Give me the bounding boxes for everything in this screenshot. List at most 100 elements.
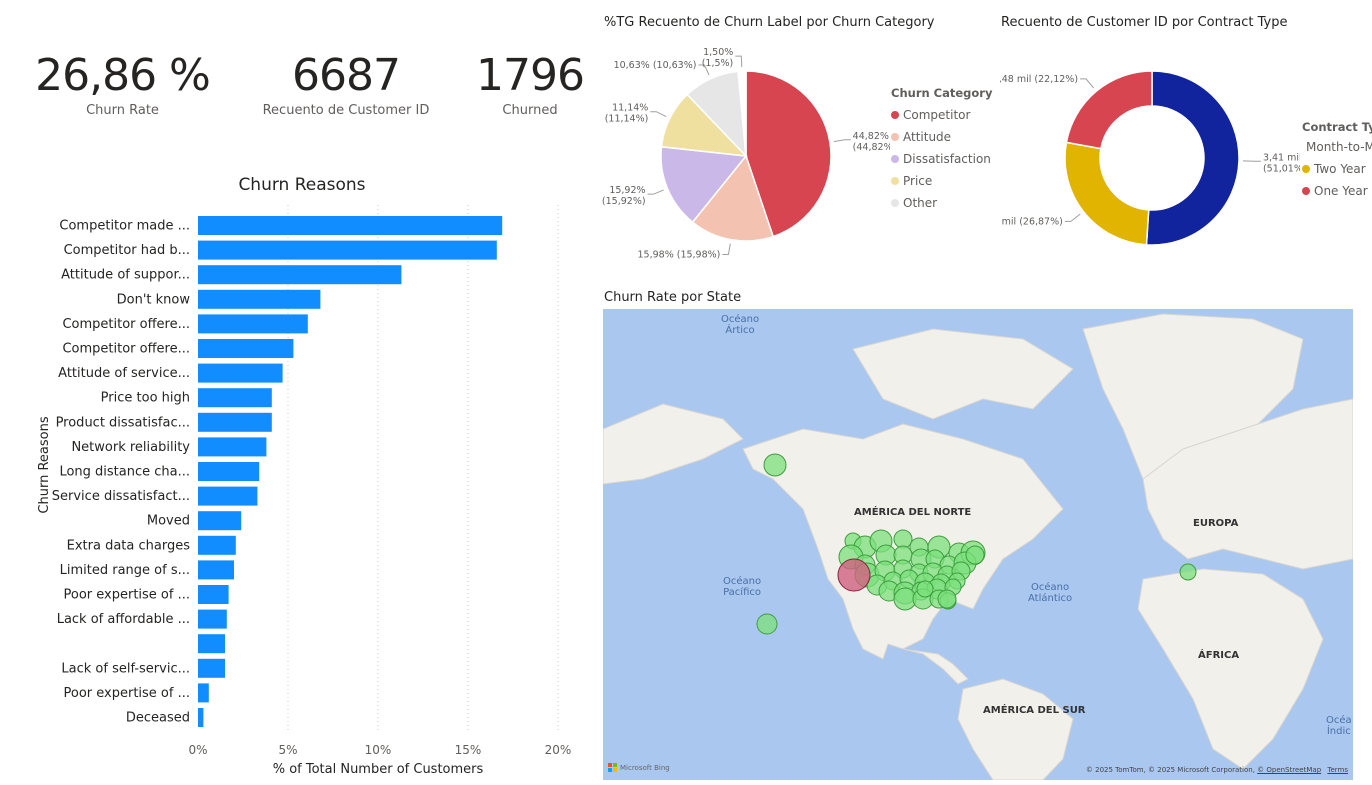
category-label: Poor expertise of ... [64,588,191,603]
bar [198,683,209,703]
pie-chart-title: %TG Recuento de Churn Label por Churn Ca… [604,15,935,30]
arctic-ocean-label: Océano Ártico [721,314,760,336]
pie-slice [1064,141,1150,246]
data-label: (11,14%) [605,114,649,125]
x-tick-label: 10% [365,743,392,757]
category-label: Network reliability [71,440,190,455]
legend-dot [891,111,899,119]
map-title: Churn Rate por State [604,290,742,305]
legend-item-price[interactable]: Price [891,170,992,192]
data-label: 1,8 mil (26,87%) [1000,216,1063,227]
leader-line [1080,78,1095,89]
legend-item-dissatisfaction[interactable]: Dissatisfaction [891,148,992,170]
kpi-value: 26,86 % [35,50,211,101]
data-label: (44,82%) [853,142,890,153]
kpi-label: Churn Rate [86,103,159,118]
churn-map[interactable]: Océano Ártico Océano Pacífico Océano Atlánt… [603,309,1353,780]
data-label: 15,92% [609,185,645,196]
category-label: Price too high [101,391,190,406]
bar [198,216,503,235]
legend-item-two-year[interactable]: Two Year [1302,158,1372,180]
pacific-ocean-label: Océano Pacífico [723,576,762,598]
atlantic-ocean-label: Océano Atlántico [1028,582,1073,604]
category-label: Service dissatisfact... [52,489,190,504]
category-label: Competitor made ... [59,219,190,234]
category-label: Poor expertise of ... [64,686,191,701]
state-bubble [937,589,957,609]
state-bubble [763,453,787,477]
category-label: Long distance cha... [59,465,190,480]
category-label: Don't know [117,292,191,307]
pie-legend: Churn Category Competitor Attitude Dissa… [891,86,992,214]
bar [198,511,242,531]
legend-item-other[interactable]: Other [891,192,992,214]
bar [198,289,321,309]
legend-label: Dissatisfaction [903,152,991,166]
category-label: Competitor offere... [62,317,190,332]
bar [198,240,497,260]
data-label: 15,98% (15,98%) [638,249,721,260]
state-bubble [916,580,934,598]
legend-label: Two Year [1314,162,1366,176]
legend-item-competitor[interactable]: Competitor [891,104,992,126]
contract-type-donut-chart[interactable]: 3,41 mil(51,01%) 1,8 mil (26,87%) 1,48 mil… [1000,40,1300,270]
legend-dot [891,177,899,185]
bar [198,314,308,334]
legend-label: Other [903,196,938,210]
category-label: Lack of affordable ... [57,612,190,627]
category-label: Moved [147,514,190,529]
leader-line [650,111,667,118]
leader-line [1064,213,1081,222]
bar [198,708,204,727]
data-label: 44,82% [853,131,889,142]
churn-reasons-bar-chart[interactable]: Churn Reasons 0% 5% 10% 15% 20% Competitor mad… [0,165,590,785]
state-bubble [893,529,913,549]
category-label: Attitude of service... [58,366,190,381]
kpi-churned: 1796 Churned [470,50,590,118]
state-bubble-highlight [837,558,871,592]
churn-category-pie-chart[interactable]: 44,82%(44,82%) 15,98% (15,98%) 15,92%(15,9… [600,40,890,270]
legend-dot [891,133,899,141]
pie-slice [1065,70,1153,150]
category-label: Limited range of s... [60,563,190,578]
bing-logo: Microsoft Bing [608,763,670,772]
x-tick-label: 5% [278,743,297,757]
category-label: Attitude of suppor... [61,268,190,283]
legend-item-attitude[interactable]: Attitude [891,126,992,148]
bar [198,462,260,481]
bar [198,265,402,285]
bar [198,560,234,580]
pie-slice [1145,70,1240,246]
category-label: Product dissatisfac... [56,415,190,430]
legend-dot [891,155,899,163]
data-label: (51,01%) [1263,163,1300,174]
legend-title: Contract Typ [1302,120,1372,134]
data-label: 1,50% [703,47,733,58]
x-axis-label: % of Total Number of Customers [273,762,484,777]
category-label: Extra data charges [67,538,191,553]
leader-line [647,189,664,195]
legend-label: Month-to-M [1306,140,1372,154]
bar [198,486,258,506]
data-label: 10,63% (10,63%) [614,60,697,71]
category-label: Lack of self-servic... [61,661,190,676]
leader-line [735,55,743,68]
north-america-label: AMÉRICA DEL NORTE [854,507,972,518]
legend-dot [891,199,899,207]
bar [198,412,272,432]
legend-label: Competitor [903,108,971,122]
terms-link[interactable]: Terms [1327,766,1348,774]
bar [198,634,225,654]
category-label: Competitor had b... [64,243,190,258]
y-axis-label: Churn Reasons [37,416,52,513]
legend-item-one-year[interactable]: One Year [1302,180,1372,202]
map-attribution: © 2025 TomTom, © 2025 Microsoft Corporat… [1085,766,1348,774]
bar [198,658,225,678]
kpi-label: Recuento de Customer ID [262,103,430,118]
map-bubble-layer[interactable] [603,309,1353,780]
bar [198,585,229,604]
osm-link[interactable]: © OpenStreetMap [1257,766,1321,774]
x-tick-label: 0% [188,743,207,757]
bar [198,339,294,358]
legend-item-month-to-month[interactable]: Month-to-M [1302,136,1372,158]
